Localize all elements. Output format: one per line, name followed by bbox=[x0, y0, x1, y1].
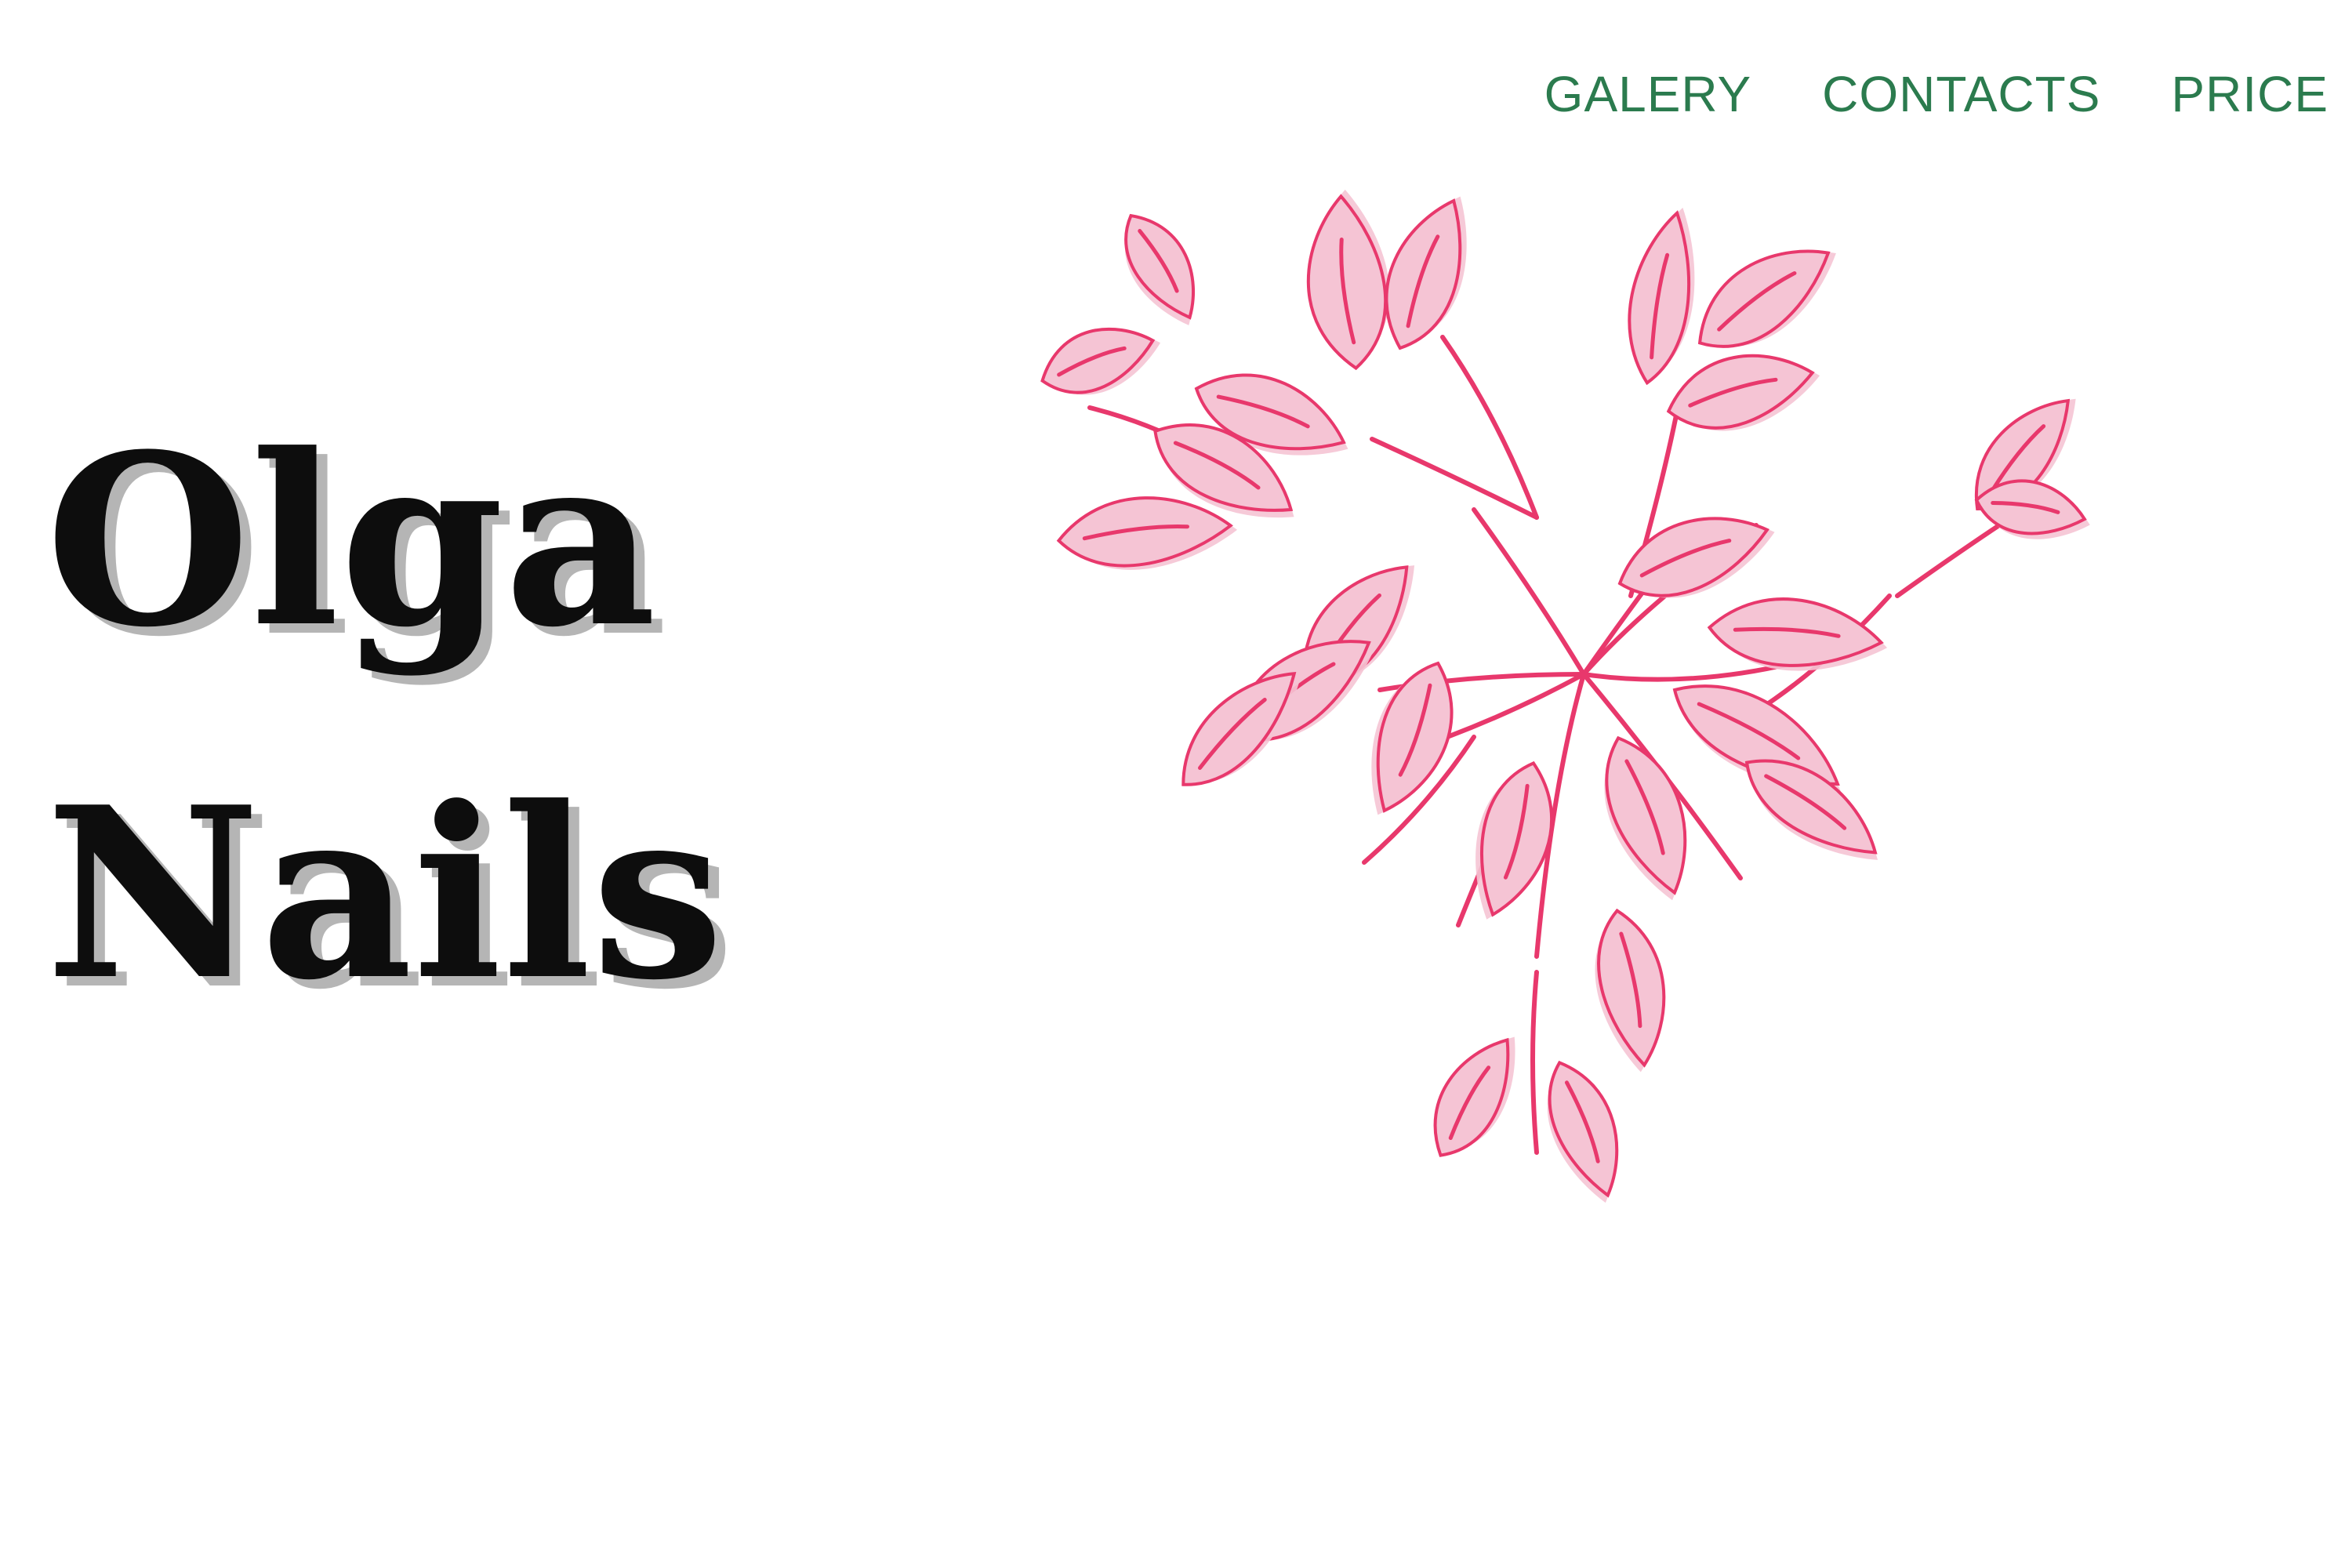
nav-link-contacts[interactable]: CONTACTS bbox=[1822, 69, 2100, 119]
page: GALERY CONTACTS PRICE Olga Nails bbox=[0, 0, 2352, 1568]
leaf bbox=[1306, 189, 1390, 371]
leaf-stem bbox=[1370, 437, 1539, 520]
nav-link-galery[interactable]: GALERY bbox=[1544, 69, 1752, 119]
leaf bbox=[1666, 354, 1820, 431]
nav-link-price[interactable]: PRICE bbox=[2171, 69, 2328, 119]
leaf bbox=[1547, 1060, 1619, 1203]
top-nav: GALERY CONTACTS PRICE bbox=[1544, 69, 2328, 119]
leaf bbox=[1604, 735, 1687, 901]
leaf bbox=[1697, 249, 1836, 348]
hero-title: Olga Nails bbox=[45, 423, 724, 1011]
leaf bbox=[1433, 1036, 1515, 1157]
leaf bbox=[1595, 908, 1666, 1073]
leaf bbox=[1040, 327, 1161, 395]
leaf bbox=[1628, 207, 1695, 386]
leaf bbox=[1617, 517, 1775, 598]
leaf bbox=[1371, 661, 1454, 815]
leaf-stem bbox=[1895, 523, 2002, 598]
leaves-icon bbox=[1040, 189, 2090, 1203]
hero-title-line-2: Nails bbox=[45, 755, 724, 1032]
hero-title-line-1: Olga bbox=[45, 402, 657, 679]
pink-leaves-illustration bbox=[988, 188, 2195, 1286]
leaf-stem bbox=[1472, 507, 1586, 677]
leaf bbox=[1124, 213, 1196, 325]
leaf-stem bbox=[1530, 970, 1539, 1155]
leaf-stem bbox=[1440, 335, 1539, 520]
leaf bbox=[1707, 597, 1888, 671]
